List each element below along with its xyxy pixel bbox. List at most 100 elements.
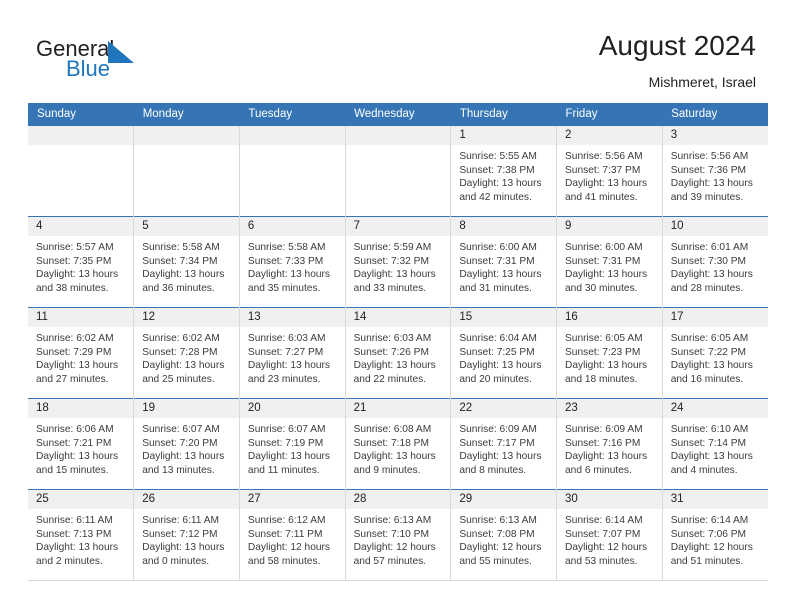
calendar-day-cell[interactable]: 11 Sunrise: 6:02 AM Sunset: 7:29 PM Dayligh… bbox=[28, 307, 134, 399]
day-number: 20 bbox=[239, 399, 345, 418]
day-details: Sunrise: 6:05 AM Sunset: 7:23 PM Daylight:… bbox=[557, 327, 662, 386]
sunset-time: Sunset: 7:36 PM bbox=[670, 164, 747, 176]
sunset-time: Sunset: 7:13 PM bbox=[36, 528, 112, 540]
calendar-day-cell[interactable]: 4 Sunrise: 5:57 AM Sunset: 7:35 PM Daylight… bbox=[28, 216, 134, 308]
daylight-duration-line2: and 13 minutes. bbox=[142, 464, 215, 476]
daylight-duration-line1: Daylight: 13 hours bbox=[670, 178, 753, 190]
day-number: 3 bbox=[662, 126, 768, 145]
calendar-container: Sunday Monday Tuesday Wednesday Thursday… bbox=[28, 103, 768, 581]
sunrise-time: Sunrise: 6:00 AM bbox=[459, 242, 537, 253]
day-number: 8 bbox=[451, 217, 557, 236]
sunset-time: Sunset: 7:29 PM bbox=[36, 346, 112, 358]
sunset-time: Sunset: 7:11 PM bbox=[247, 528, 323, 540]
calendar-day-cell[interactable]: 23 Sunrise: 6:09 AM Sunset: 7:16 PM Dayligh… bbox=[556, 398, 663, 490]
sunset-time: Sunset: 7:19 PM bbox=[247, 437, 324, 449]
daylight-duration-line2: and 22 minutes. bbox=[353, 373, 427, 385]
sunset-time: Sunset: 7:16 PM bbox=[565, 437, 641, 449]
calendar-day-cell[interactable]: 18 Sunrise: 6:06 AM Sunset: 7:21 PM Dayligh… bbox=[28, 398, 134, 490]
sunset-time: Sunset: 7:06 PM bbox=[670, 528, 747, 540]
calendar-day-cell[interactable]: 27 Sunrise: 6:12 AM Sunset: 7:11 PM Dayligh… bbox=[238, 489, 346, 581]
daylight-duration-line1: Daylight: 12 hours bbox=[459, 542, 542, 554]
calendar-day-cell[interactable]: 28 Sunrise: 6:13 AM Sunset: 7:10 PM Dayligh… bbox=[344, 489, 451, 581]
calendar-day-cell[interactable]: 6 Sunrise: 5:58 AM Sunset: 7:33 PM Daylight… bbox=[238, 216, 346, 308]
calendar-day-cell[interactable]: 8 Sunrise: 6:00 AM Sunset: 7:31 PM Daylight… bbox=[450, 216, 557, 308]
calendar-day-cell[interactable]: 29 Sunrise: 6:13 AM Sunset: 7:08 PM Dayligh… bbox=[450, 489, 557, 581]
day-details: Sunrise: 6:14 AM Sunset: 7:06 PM Daylight:… bbox=[663, 509, 768, 568]
daylight-duration-line1: Daylight: 13 hours bbox=[247, 360, 331, 372]
sunrise-time: Sunrise: 6:13 AM bbox=[353, 515, 432, 526]
sunset-time: Sunset: 7:31 PM bbox=[459, 255, 535, 267]
calendar-day-cell[interactable]: 22 Sunrise: 6:09 AM Sunset: 7:17 PM Dayligh… bbox=[450, 398, 557, 490]
day-details: Sunrise: 5:58 AM Sunset: 7:34 PM Daylight:… bbox=[134, 236, 239, 295]
sunrise-time: Sunrise: 6:05 AM bbox=[670, 333, 749, 344]
daylight-duration-line1: Daylight: 13 hours bbox=[142, 269, 225, 281]
daylight-duration-line2: and 2 minutes. bbox=[36, 555, 103, 567]
sunset-time: Sunset: 7:30 PM bbox=[670, 255, 747, 267]
daylight-duration-line1: Daylight: 13 hours bbox=[36, 542, 119, 554]
sunrise-time: Sunrise: 6:14 AM bbox=[565, 515, 643, 526]
calendar-day-cell[interactable]: 2 Sunrise: 5:56 AM Sunset: 7:37 PM Daylight… bbox=[556, 125, 663, 217]
sunset-time: Sunset: 7:08 PM bbox=[459, 528, 535, 540]
calendar-day-cell[interactable]: 30 Sunrise: 6:14 AM Sunset: 7:07 PM Dayligh… bbox=[556, 489, 663, 581]
calendar-day-cell[interactable]: 19 Sunrise: 6:07 AM Sunset: 7:20 PM Dayligh… bbox=[133, 398, 240, 490]
calendar-day-cell[interactable]: 12 Sunrise: 6:02 AM Sunset: 7:28 PM Dayligh… bbox=[133, 307, 240, 399]
calendar-day-cell[interactable]: 1 Sunrise: 5:55 AM Sunset: 7:38 PM Daylight… bbox=[450, 125, 557, 217]
calendar-day-cell[interactable]: 5 Sunrise: 5:58 AM Sunset: 7:34 PM Daylight… bbox=[133, 216, 240, 308]
weekday-header-wednesday: Wednesday bbox=[345, 103, 451, 126]
day-number: 23 bbox=[557, 399, 662, 418]
sunset-time: Sunset: 7:38 PM bbox=[459, 164, 535, 176]
calendar-day-cell[interactable]: 3 Sunrise: 5:56 AM Sunset: 7:36 PM Daylight… bbox=[661, 125, 768, 217]
sunset-time: Sunset: 7:21 PM bbox=[36, 437, 112, 449]
day-number: 6 bbox=[239, 217, 345, 236]
daylight-duration-line1: Daylight: 13 hours bbox=[247, 451, 331, 463]
daylight-duration-line2: and 28 minutes. bbox=[670, 282, 744, 294]
daylight-duration-line1: Daylight: 13 hours bbox=[36, 451, 119, 463]
day-number: 5 bbox=[134, 217, 239, 236]
calendar-week-row: 18 Sunrise: 6:06 AM Sunset: 7:21 PM Dayligh… bbox=[28, 398, 768, 490]
sunset-time: Sunset: 7:33 PM bbox=[247, 255, 324, 267]
calendar-day-cell[interactable]: 14 Sunrise: 6:03 AM Sunset: 7:26 PM Dayligh… bbox=[344, 307, 451, 399]
day-details: Sunrise: 6:09 AM Sunset: 7:16 PM Daylight:… bbox=[557, 418, 662, 477]
calendar-day-cell[interactable]: 25 Sunrise: 6:11 AM Sunset: 7:13 PM Dayligh… bbox=[28, 489, 134, 581]
calendar-day-cell[interactable]: 15 Sunrise: 6:04 AM Sunset: 7:25 PM Dayligh… bbox=[450, 307, 557, 399]
calendar-day-cell[interactable]: 31 Sunrise: 6:14 AM Sunset: 7:06 PM Dayligh… bbox=[661, 489, 768, 581]
calendar-week-row: 25 Sunrise: 6:11 AM Sunset: 7:13 PM Dayligh… bbox=[28, 489, 768, 581]
sunrise-time: Sunrise: 6:09 AM bbox=[459, 424, 537, 435]
day-number: 27 bbox=[239, 490, 345, 509]
daylight-duration-line1: Daylight: 13 hours bbox=[36, 269, 119, 281]
daylight-duration-line2: and 57 minutes. bbox=[353, 555, 427, 567]
sunrise-time: Sunrise: 6:00 AM bbox=[565, 242, 643, 253]
day-number: 7 bbox=[345, 217, 451, 236]
sunset-time: Sunset: 7:37 PM bbox=[565, 164, 641, 176]
sunset-time: Sunset: 7:14 PM bbox=[670, 437, 747, 449]
calendar-day-cell[interactable]: 20 Sunrise: 6:07 AM Sunset: 7:19 PM Dayligh… bbox=[238, 398, 346, 490]
calendar-day-cell[interactable]: 9 Sunrise: 6:00 AM Sunset: 7:31 PM Daylight… bbox=[556, 216, 663, 308]
calendar-week-row: 4 Sunrise: 5:57 AM Sunset: 7:35 PM Daylight… bbox=[28, 216, 768, 308]
calendar-day-cell[interactable]: 13 Sunrise: 6:03 AM Sunset: 7:27 PM Dayligh… bbox=[238, 307, 346, 399]
sunrise-time: Sunrise: 6:02 AM bbox=[142, 333, 220, 344]
day-details: Sunrise: 5:57 AM Sunset: 7:35 PM Daylight:… bbox=[28, 236, 133, 295]
calendar-day-cell[interactable]: 7 Sunrise: 5:59 AM Sunset: 7:32 PM Daylight… bbox=[344, 216, 451, 308]
sunset-time: Sunset: 7:10 PM bbox=[353, 528, 429, 540]
day-number: 18 bbox=[28, 399, 134, 418]
day-number: 21 bbox=[345, 399, 451, 418]
calendar-day-cell[interactable]: 26 Sunrise: 6:11 AM Sunset: 7:12 PM Dayligh… bbox=[133, 489, 240, 581]
weekday-header-saturday: Saturday bbox=[662, 103, 768, 126]
calendar-day-cell[interactable]: 21 Sunrise: 6:08 AM Sunset: 7:18 PM Dayligh… bbox=[344, 398, 451, 490]
daylight-duration-line2: and 9 minutes. bbox=[353, 464, 421, 476]
calendar-day-cell[interactable]: 24 Sunrise: 6:10 AM Sunset: 7:14 PM Dayligh… bbox=[661, 398, 768, 490]
sunrise-time: Sunrise: 6:03 AM bbox=[247, 333, 326, 344]
day-number: 29 bbox=[451, 490, 557, 509]
daylight-duration-line1: Daylight: 13 hours bbox=[565, 269, 648, 281]
day-details: Sunrise: 6:10 AM Sunset: 7:14 PM Daylight:… bbox=[663, 418, 768, 477]
daylight-duration-line1: Daylight: 13 hours bbox=[670, 451, 753, 463]
daylight-duration-line1: Daylight: 13 hours bbox=[459, 178, 542, 190]
calendar-day-cell[interactable]: 16 Sunrise: 6:05 AM Sunset: 7:23 PM Dayligh… bbox=[556, 307, 663, 399]
brand-logo[interactable]: General Blue bbox=[36, 36, 216, 88]
calendar-day-cell[interactable]: 10 Sunrise: 6:01 AM Sunset: 7:30 PM Dayligh… bbox=[661, 216, 768, 308]
day-number: 22 bbox=[451, 399, 557, 418]
calendar-day-cell[interactable]: 17 Sunrise: 6:05 AM Sunset: 7:22 PM Dayligh… bbox=[661, 307, 768, 399]
day-details: Sunrise: 5:56 AM Sunset: 7:37 PM Daylight:… bbox=[557, 145, 662, 204]
daylight-duration-line2: and 36 minutes. bbox=[142, 282, 215, 294]
brand-name-blue: Blue bbox=[66, 56, 111, 81]
